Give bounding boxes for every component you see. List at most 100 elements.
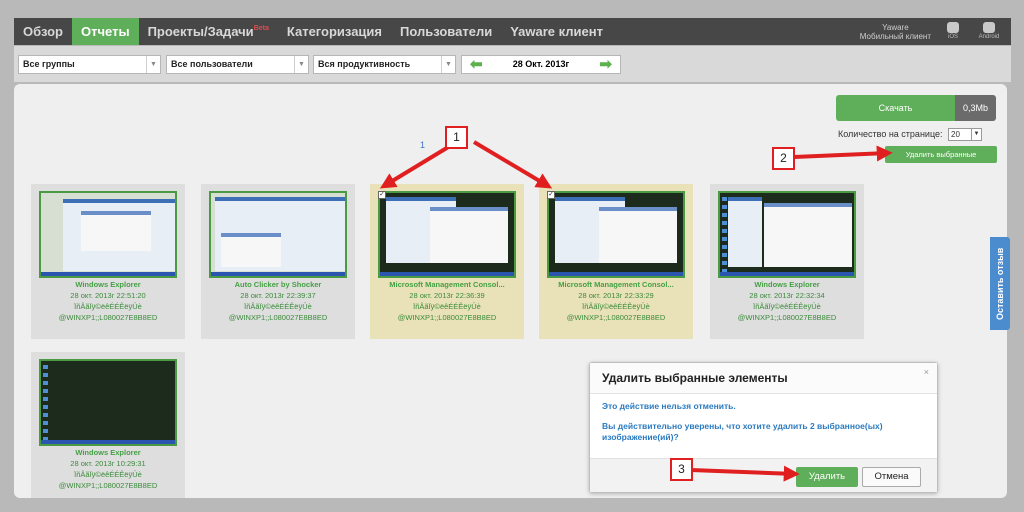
card-user: ÏñÂãÏÿ©ëêÉÉÊëÿÜè (413, 302, 481, 311)
download-size: 0,3Mb (955, 95, 996, 121)
card-caption: Microsoft Management Consol... 28 окт. 2… (539, 279, 693, 323)
android-icon (983, 21, 995, 33)
window-preview (81, 211, 151, 251)
screenshot-thumbnail[interactable] (39, 191, 177, 278)
card-time: 28 окт. 2013г 22:36:39 (409, 291, 485, 300)
delete-selected-button[interactable]: Удалить выбранные (885, 146, 997, 163)
screenshot-card-selected[interactable]: ✓ Microsoft Management Consol... 28 окт.… (370, 184, 524, 339)
chevron-down-icon: ▼ (294, 56, 308, 73)
screenshot-card[interactable]: Windows Explorer 28 окт. 2013г 10:29:31 … (31, 352, 185, 498)
nav-item-categorization[interactable]: Категоризация (278, 18, 391, 45)
card-caption: Windows Explorer 28 окт. 2013г 10:29:31 … (31, 447, 185, 491)
screenshot-card[interactable]: Auto Clicker by Shocker 28 окт. 2013г 22… (201, 184, 355, 339)
card-host: @WINXP1;;L080027E8B8ED (58, 313, 158, 322)
chevron-down-icon: ▼ (441, 56, 455, 73)
date-picker: ⬅ 28 Окт. 2013г ➡ (461, 55, 621, 74)
download-button[interactable]: Скачать 0,3Mb (836, 95, 996, 121)
card-user: ÏñÂãÏÿ©ëêÉÉÊëÿÜè (74, 302, 142, 311)
productivity-select[interactable]: Вся продуктивность ▼ (313, 55, 456, 74)
mobile-client-line2: Мобильный клиент (859, 31, 931, 41)
screenshot-thumbnail[interactable] (547, 191, 685, 278)
card-title: Auto Clicker by Shocker (234, 280, 322, 289)
card-time: 28 окт. 2013г 22:39:37 (240, 291, 316, 300)
card-caption: Microsoft Management Consol... 28 окт. 2… (370, 279, 524, 323)
card-title: Windows Explorer (754, 280, 820, 289)
feedback-tab[interactable]: Оставить отзыв (990, 237, 1010, 330)
card-host: @WINXP1;;L080027E8B8ED (737, 313, 837, 322)
card-user: ÏñÂãÏÿ©ëêÉÉÊëÿÜè (582, 302, 650, 311)
desktop-bg (41, 361, 175, 444)
close-icon[interactable]: × (924, 367, 929, 377)
card-user: ÏñÂãÏÿ©ëêÉÉÊëÿÜè (753, 302, 821, 311)
page-number[interactable]: 1 (420, 140, 425, 150)
card-host: @WINXP1;;L080027E8B8ED (566, 313, 666, 322)
screenshot-card[interactable]: Windows Explorer 28 окт. 2013г 22:32:34 … (710, 184, 864, 339)
nav-item-projects[interactable]: Проекты/ЗадачиBeta (139, 18, 278, 45)
screenshot-thumbnail[interactable] (718, 191, 856, 278)
card-time: 28 окт. 2013г 10:29:31 (70, 459, 146, 468)
card-time: 28 окт. 2013г 22:51:20 (70, 291, 146, 300)
taskbar (41, 272, 175, 276)
card-time: 28 окт. 2013г 22:32:34 (749, 291, 825, 300)
mobile-client-label: Yaware Мобильный клиент (860, 23, 939, 41)
screenshot-thumbnail[interactable] (209, 191, 347, 278)
top-nav: Обзор Отчеты Проекты/ЗадачиBeta Категори… (14, 18, 1011, 45)
dialog-title: Удалить выбранные элементы (590, 363, 937, 394)
card-caption: Windows Explorer 28 окт. 2013г 22:32:34 … (710, 279, 864, 323)
android-label: Android (978, 33, 1000, 40)
cancel-button[interactable]: Отмена (862, 467, 921, 487)
nav-item-reports[interactable]: Отчеты (72, 18, 139, 45)
card-title: Microsoft Management Consol... (389, 280, 505, 289)
ios-link[interactable]: iOS (939, 21, 967, 42)
nav-item-projects-label: Проекты/Задачи (147, 24, 254, 39)
android-link[interactable]: Android (975, 21, 1003, 42)
desktop-icons (43, 365, 48, 440)
select-checkbox[interactable]: ✓ (378, 191, 386, 199)
callout-1: 1 (445, 126, 468, 149)
card-time: 28 окт. 2013г 22:33:29 (578, 291, 654, 300)
confirm-delete-button[interactable]: Удалить (796, 467, 858, 487)
ios-label: iOS (947, 33, 958, 40)
per-page-select[interactable]: 20 ▼ (948, 128, 983, 141)
screenshot-thumbnail[interactable] (39, 359, 177, 446)
download-label: Скачать (836, 95, 955, 121)
window-preview (430, 207, 508, 263)
callout-3: 3 (670, 458, 693, 481)
screenshot-card[interactable]: Windows Explorer 28 окт. 2013г 22:51:20 … (31, 184, 185, 339)
card-caption: Auto Clicker by Shocker 28 окт. 2013г 22… (201, 279, 355, 323)
dialog-warning: Это действие нельзя отменить. (602, 401, 736, 411)
phone-icon (947, 21, 959, 33)
window-preview (728, 197, 762, 267)
select-checkbox[interactable]: ✓ (547, 191, 555, 199)
window-preview (221, 233, 281, 267)
screenshot-thumbnail[interactable] (378, 191, 516, 278)
per-page-value: 20 (951, 130, 960, 139)
card-user: ÏñÂãÏÿ©ëêÉÉÊëÿÜè (244, 302, 312, 311)
card-host: @WINXP1;;L080027E8B8ED (397, 313, 497, 322)
card-caption: Windows Explorer 28 окт. 2013г 22:51:20 … (31, 279, 185, 323)
chevron-down-icon: ▼ (971, 129, 981, 140)
chevron-down-icon: ▼ (146, 56, 160, 73)
taskbar (720, 272, 854, 276)
users-select-value: Все пользователи (171, 59, 253, 69)
screenshot-card-selected[interactable]: ✓ Microsoft Management Consol... 28 окт.… (539, 184, 693, 339)
prev-date-arrow-icon[interactable]: ⬅ (470, 57, 483, 72)
card-title: Windows Explorer (75, 448, 141, 457)
groups-select[interactable]: Все группы ▼ (18, 55, 161, 74)
nav-item-yaware-client[interactable]: Yaware клиент (501, 18, 612, 45)
groups-select-value: Все группы (23, 59, 75, 69)
users-select[interactable]: Все пользователи ▼ (166, 55, 309, 74)
taskbar (380, 272, 514, 276)
window-preview (764, 203, 852, 267)
nav-item-overview[interactable]: Обзор (14, 18, 72, 45)
card-host: @WINXP1;;L080027E8B8ED (58, 481, 158, 490)
next-date-arrow-icon[interactable]: ➡ (599, 57, 612, 72)
card-title: Microsoft Management Consol... (558, 280, 674, 289)
date-value[interactable]: 28 Окт. 2013г (513, 59, 569, 69)
mobile-client-line1: Yaware (882, 22, 909, 32)
card-user: ÏñÂãÏÿ©ëêÉÉÊëÿÜè (74, 470, 142, 479)
dialog-footer: Удалить Отмена (590, 458, 937, 492)
per-page-label: Количество на странице: (838, 128, 943, 139)
nav-item-users[interactable]: Пользователи (391, 18, 501, 45)
callout-2: 2 (772, 147, 795, 170)
